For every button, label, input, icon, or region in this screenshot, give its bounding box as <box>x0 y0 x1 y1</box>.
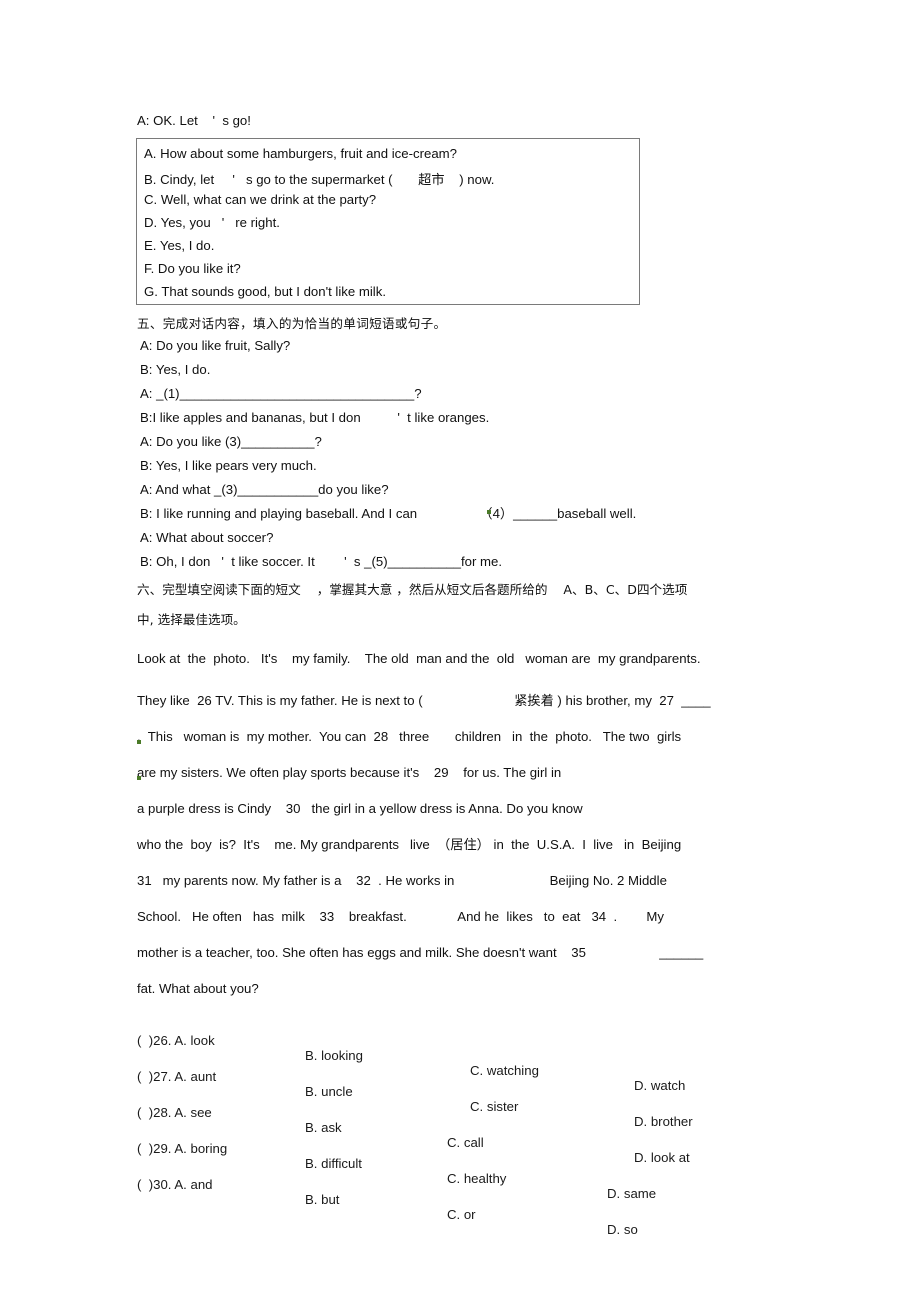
section-five-line: A: _(1)________________________________? <box>140 386 422 401</box>
scan-artifact-mark <box>137 776 141 780</box>
mcq-option-d[interactable]: D. same <box>607 1186 656 1201</box>
option-item-a: A. How about some hamburgers, fruit and … <box>144 146 457 161</box>
section-five-line: B: Oh, I don ' t like soccer. It ' s _(5… <box>140 554 503 569</box>
mcq-row: ( )27. A. aunt B. uncle C. sister D. bro… <box>137 1054 837 1129</box>
section-five-line: B:I like apples and bananas, but I don '… <box>140 410 490 425</box>
mcq-stem: ( )30. A. and <box>137 1177 213 1192</box>
cloze-passage-line: are my sisters. We often play sports bec… <box>137 765 565 780</box>
lettered-options-box: A. How about some hamburgers, fruit and … <box>136 138 640 305</box>
scan-artifact-mark <box>487 510 491 514</box>
option-item-g: G. That sounds good, but I don't like mi… <box>144 284 386 299</box>
scan-artifact-mark <box>137 740 141 744</box>
mcq-option-d[interactable]: D. so <box>607 1222 638 1237</box>
mcq-row: ( )29. A. boring B. difficult C. healthy… <box>137 1126 837 1201</box>
cloze-passage-line: . This woman is my mother. You can 28 th… <box>137 729 682 744</box>
cloze-passage-line: They like 26 TV. This is my father. He i… <box>137 693 711 708</box>
option-item-f: F. Do you like it? <box>144 261 241 276</box>
cloze-passage-line: School. He often has milk 33 breakfast. … <box>137 909 665 924</box>
section-five-line: B: Yes, I like pears very much. <box>140 458 317 473</box>
mcq-stem: ( )27. A. aunt <box>137 1069 217 1084</box>
cloze-passage-line: Look at the photo. It's my family. The o… <box>137 651 701 666</box>
cloze-passage-line: who the boy is? It's me. My grandparents… <box>137 837 682 852</box>
mcq-row: ( )30. A. and B. but C. or D. so <box>137 1162 837 1237</box>
section-five-line: B: I like running and playing baseball. … <box>140 506 637 521</box>
section-six-heading-line-1: 六、完型填空阅读下面的短文 ，掌握其大意 ，然后从短文后各题所给的 A、B、C、… <box>137 582 688 597</box>
mcq-stem: ( )28. A. see <box>137 1105 212 1120</box>
option-item-d: D. Yes, you ' re right. <box>144 215 280 230</box>
section-six-heading-line-2: 中, 选择最佳选项。 <box>137 612 246 627</box>
option-item-e: E. Yes, I do. <box>144 238 215 253</box>
mcq-option-c[interactable]: C. or <box>447 1207 476 1222</box>
section-five-line: A: Do you like (3)__________? <box>140 434 322 449</box>
option-item-b: B. Cindy, let ' s go to the supermarket … <box>144 172 495 187</box>
mcq-row: ( )26. A. look B. looking C. watching D.… <box>137 1018 837 1093</box>
section-five-line: A: Do you like fruit, Sally? <box>140 338 291 353</box>
section-five-line: A: What about soccer? <box>140 530 274 545</box>
cloze-passage-line: fat. What about you? <box>137 981 259 996</box>
mcq-row: ( )28. A. see B. ask C. call D. look at <box>137 1090 837 1165</box>
cloze-passage-line: mother is a teacher, too. She often has … <box>137 945 704 960</box>
mcq-option-b[interactable]: B. but <box>305 1192 339 1207</box>
cloze-passage-line: a purple dress is Cindy 30 the girl in a… <box>137 801 583 816</box>
option-item-c: C. Well, what can we drink at the party? <box>144 192 377 207</box>
intro-dialogue-line: A: OK. Let ' s go! <box>137 113 251 128</box>
document-page: A: OK. Let ' s go! A. How about some ham… <box>0 0 920 1303</box>
mcq-stem: ( )29. A. boring <box>137 1141 228 1156</box>
section-five-heading: 五、完成对话内容，填入的为恰当的单词短语或句子。 <box>137 316 447 331</box>
mcq-stem: ( )26. A. look <box>137 1033 215 1048</box>
section-five-line: B: Yes, I do. <box>140 362 211 377</box>
section-five-line: A: And what _(3)___________do you like? <box>140 482 389 497</box>
cloze-passage-line: 31 my parents now. My father is a 32 . H… <box>137 873 667 888</box>
